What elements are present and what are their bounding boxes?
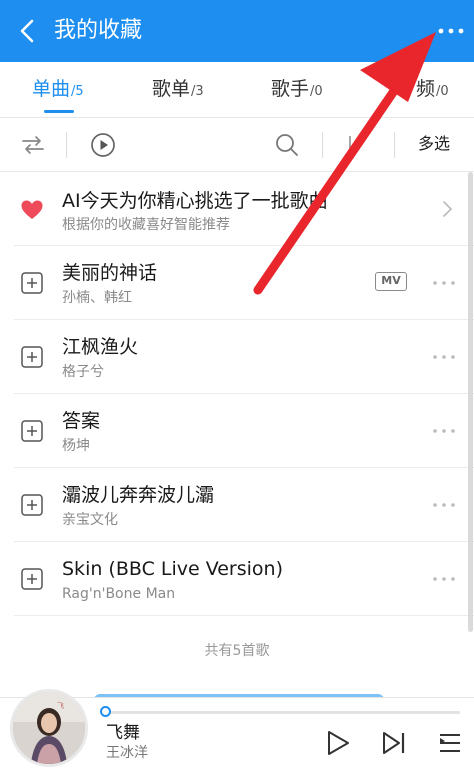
svg-text:飞: 飞 [57,702,64,710]
song-artist: 格子兮 [62,364,104,380]
tab-label: 频 [416,78,436,100]
tab-singers[interactable]: 歌手/0 [271,76,323,105]
song-title: 美丽的神话 [62,262,158,284]
song-row[interactable]: 灞波儿奔奔波儿灞 亲宝文化 [0,468,474,542]
chevron-left-icon[interactable] [14,17,42,45]
add-icon[interactable] [20,567,44,591]
tab-videos[interactable]: 频/0 [416,76,449,105]
tab-label: 歌单 [152,78,191,100]
song-artist: 杨坤 [62,438,90,454]
song-title: Skin (BBC Live Version) [62,558,283,580]
play-circle-icon[interactable] [90,132,116,158]
more-icon[interactable] [432,280,456,286]
toolbar-separator [66,132,67,158]
scrollbar[interactable] [468,172,473,632]
now-playing-title: 飞舞 [106,723,140,743]
app-header: 我的收藏 [0,0,474,62]
playback-progress-handle[interactable] [100,706,111,717]
mv-badge[interactable]: MV [375,272,407,291]
list-toolbar: 多选 [0,118,474,172]
active-tab-indicator [44,110,74,113]
heart-icon [21,200,43,219]
tab-singles[interactable]: 单曲/5 [32,76,84,105]
toolbar-separator [322,132,323,158]
divider [14,615,474,616]
now-playing-artist: 王冰洋 [106,745,148,761]
song-row[interactable]: 答案 杨坤 [0,394,474,468]
multi-select-button[interactable]: 多选 [418,133,450,155]
search-icon[interactable] [274,132,300,158]
more-horizontal-icon[interactable] [436,18,466,44]
tab-playlists[interactable]: 歌单/3 [152,76,204,105]
more-icon[interactable] [432,502,456,508]
tab-label: 歌手 [271,78,310,100]
song-artist: Rag'n'Bone Man [62,586,176,602]
add-icon[interactable] [20,493,44,517]
chevron-right-icon [443,201,452,217]
album-art-image: 飞 [13,692,85,764]
song-row[interactable]: 江枫渔火 格子兮 [0,320,474,394]
add-icon[interactable] [20,271,44,295]
song-artist: 孙楠、韩红 [62,290,132,306]
page-title: 我的收藏 [54,18,143,43]
more-icon[interactable] [432,354,456,360]
playlist-icon[interactable] [436,729,464,757]
song-count-summary: 共有5首歌 [204,643,270,659]
tab-label: 单曲 [32,78,71,100]
playback-progress-track[interactable] [104,711,460,714]
tab-count: /3 [191,84,204,99]
song-title: 答案 [62,410,101,432]
more-icon[interactable] [432,428,456,434]
sort-icon[interactable] [342,132,368,158]
next-track-icon[interactable] [380,729,408,757]
tab-bar: 单曲/5 歌单/3 歌手/0 频/0 [0,62,474,118]
shuffle-icon[interactable] [20,132,46,158]
tab-count: /0 [310,84,323,99]
add-icon[interactable] [20,419,44,443]
tab-count: /0 [436,84,449,99]
album-cover[interactable]: 飞 [10,689,88,767]
ai-recommendation-row[interactable]: AI今天为你精心挑选了一批歌曲 根据你的收藏喜好智能推荐 [0,172,474,246]
play-icon[interactable] [324,729,352,757]
song-title: 灞波儿奔奔波儿灞 [62,484,215,506]
song-title: 江枫渔火 [62,336,139,358]
song-artist: 亲宝文化 [62,512,118,528]
tab-count: /5 [71,84,84,99]
recommendation-title: AI今天为你精心挑选了一批歌曲 [62,190,328,212]
recommendation-subtitle: 根据你的收藏喜好智能推荐 [62,217,230,233]
add-icon[interactable] [20,345,44,369]
more-icon[interactable] [432,576,456,582]
song-row[interactable]: Skin (BBC Live Version) Rag'n'Bone Man [0,542,474,616]
toolbar-separator [394,132,395,158]
